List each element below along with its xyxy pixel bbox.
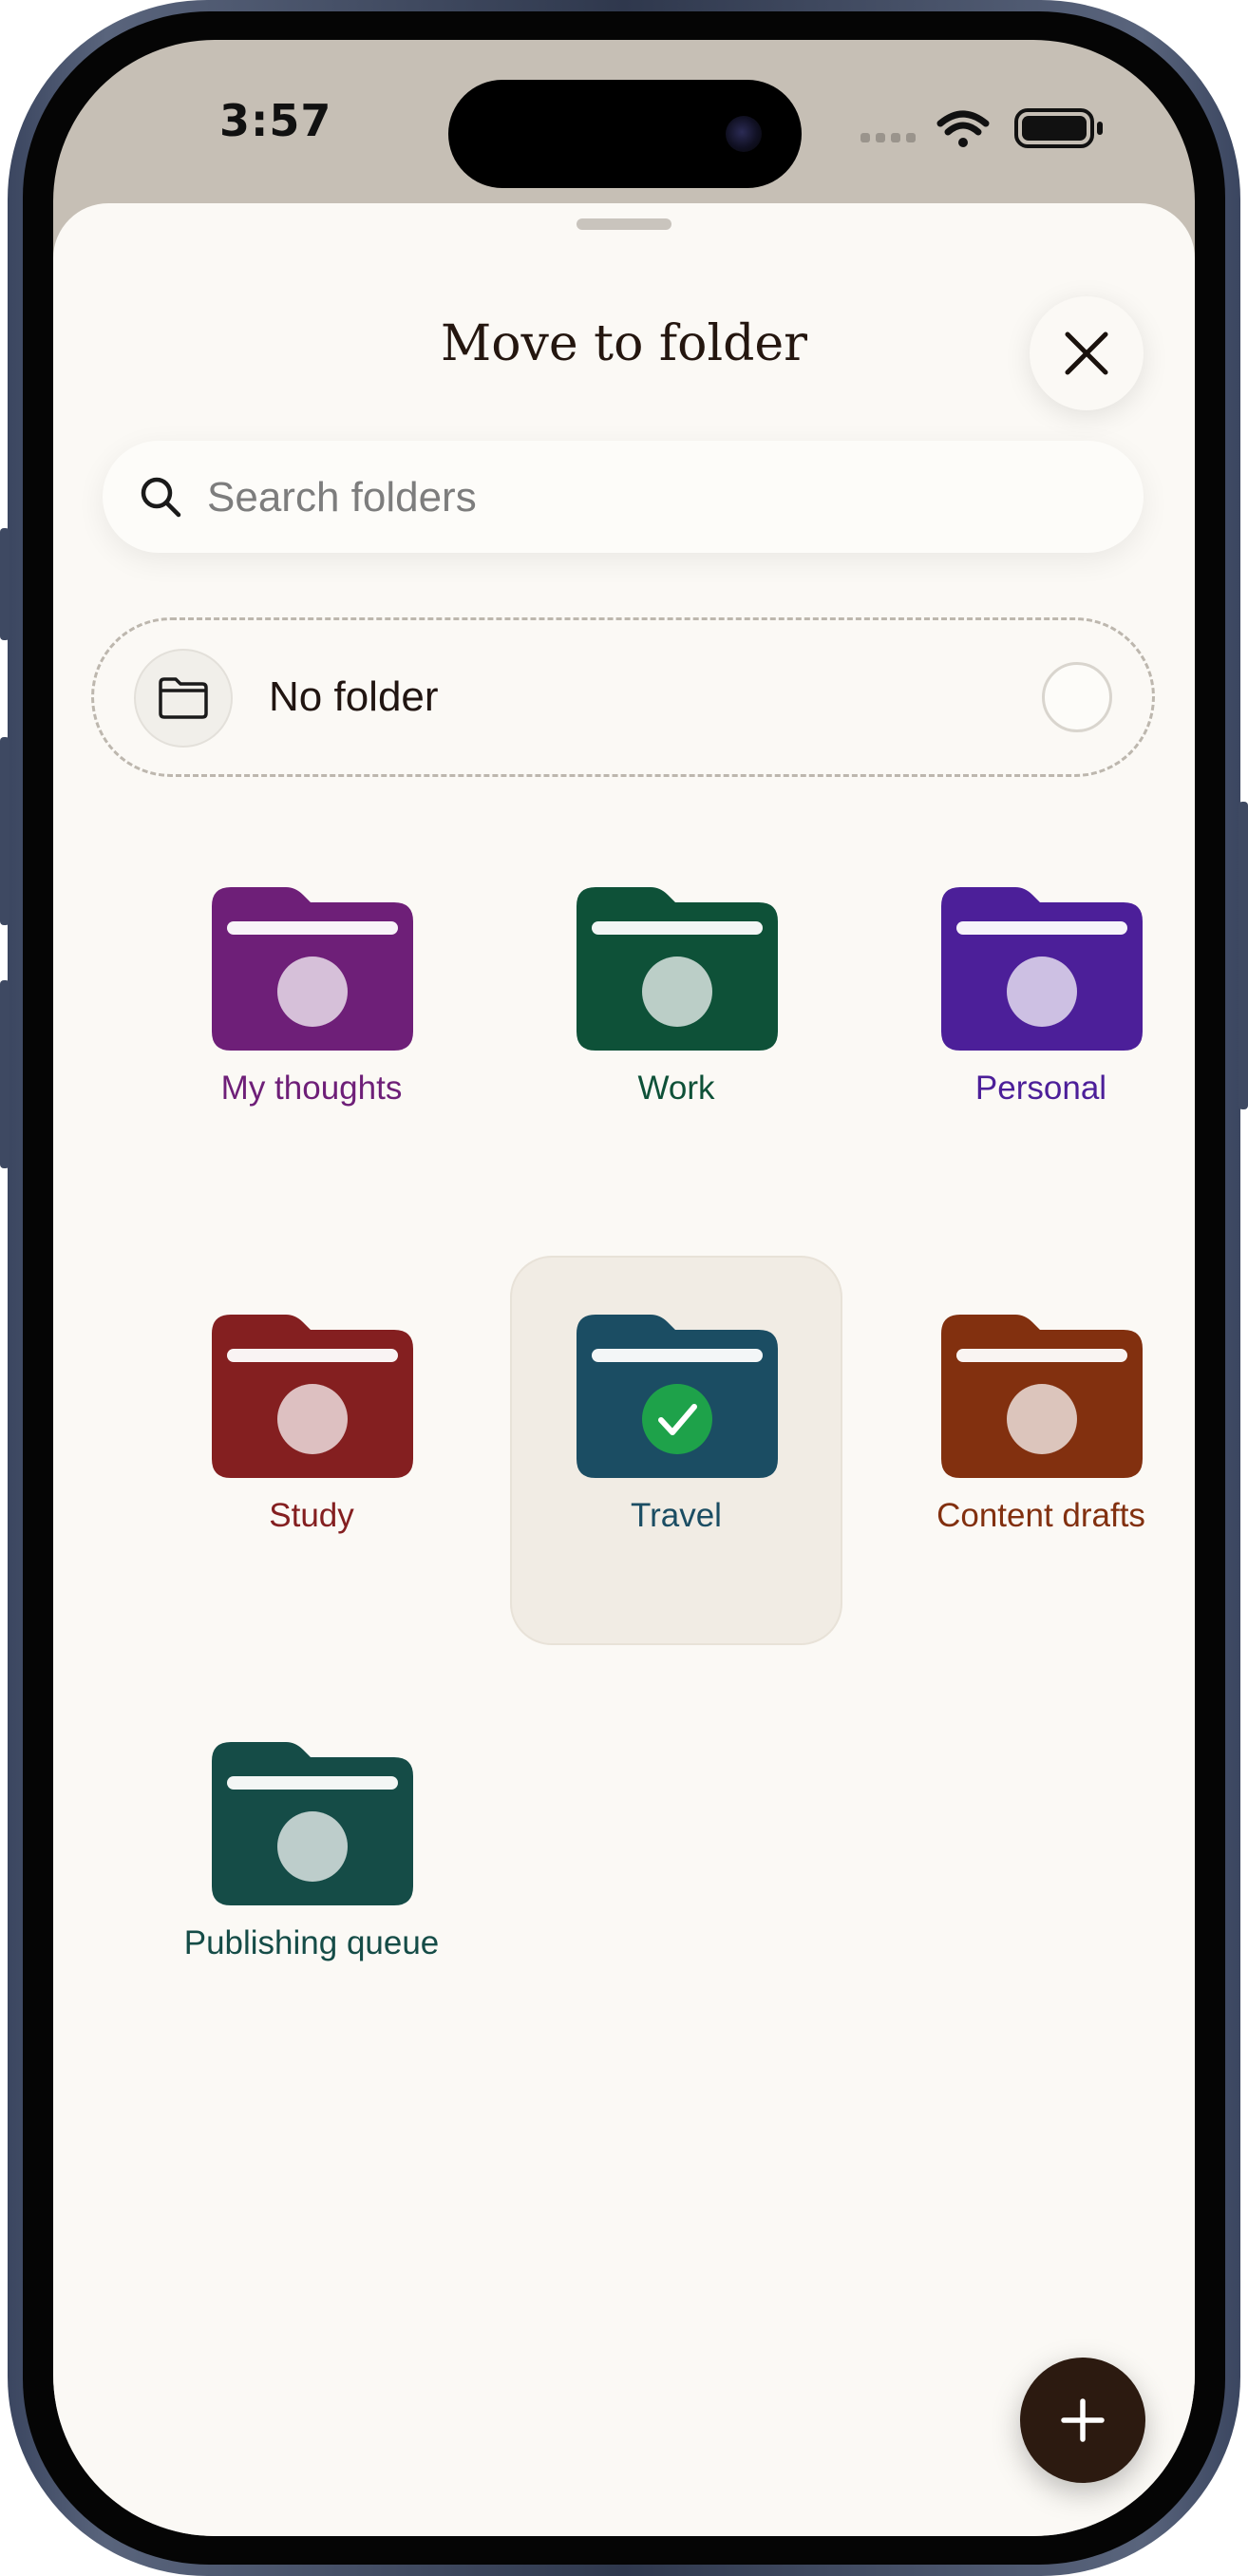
- volume-up-button: [0, 737, 9, 925]
- folder-label: Publishing queue: [183, 1924, 440, 1961]
- camera-icon: [726, 116, 762, 152]
- folder-icon: [212, 887, 413, 1051]
- power-button: [1239, 802, 1248, 1109]
- dynamic-island: [448, 80, 802, 188]
- folder-label: Content drafts: [936, 1497, 1145, 1534]
- search-input[interactable]: [205, 441, 1064, 555]
- folder-outline-icon: [159, 677, 208, 719]
- plus-icon: [1061, 2398, 1105, 2442]
- action-button: [0, 528, 9, 640]
- search-box[interactable]: [103, 441, 1144, 555]
- screen: 3:57 Move to folder Search folders No fo…: [53, 40, 1195, 2536]
- folder-icon: [212, 1315, 413, 1478]
- wifi-icon: [936, 110, 990, 147]
- folder-tile-my-thoughts[interactable]: My thoughts: [145, 828, 478, 1218]
- folder-icon: [941, 887, 1143, 1051]
- cellular-signal-icon: [860, 133, 916, 142]
- no-folder-radio[interactable]: [1042, 662, 1112, 732]
- sheet-grabber[interactable]: [577, 218, 671, 230]
- folder-icon: [941, 1315, 1143, 1478]
- folder-label: Personal: [974, 1070, 1107, 1107]
- folder-tile-personal[interactable]: Personal: [875, 828, 1195, 1218]
- folder-tile-content-drafts[interactable]: Content drafts: [875, 1256, 1195, 1645]
- volume-down-button: [0, 980, 9, 1168]
- search-icon: [141, 477, 181, 518]
- folder-tile-work[interactable]: Work: [510, 828, 842, 1218]
- no-folder-option[interactable]: No folder: [91, 617, 1155, 777]
- battery-icon: [1014, 108, 1103, 148]
- sheet-title: Move to folder: [440, 315, 808, 372]
- close-button[interactable]: [1030, 296, 1144, 410]
- close-icon: [1065, 331, 1108, 375]
- no-folder-label: No folder: [269, 673, 439, 720]
- move-to-folder-sheet: Move to folder No folder: [53, 203, 1195, 2536]
- folder-tile-study[interactable]: Study: [145, 1256, 478, 1645]
- folder-tile-publishing-queue[interactable]: Publishing queue: [145, 1683, 478, 2073]
- folder-icon: [577, 1315, 778, 1478]
- status-icons: [860, 104, 1109, 157]
- add-folder-button[interactable]: [1020, 2358, 1145, 2483]
- folder-icon: [577, 887, 778, 1051]
- no-folder-icon-badge: [134, 649, 233, 748]
- folder-tile-travel[interactable]: Travel: [510, 1256, 842, 1645]
- status-time: 3:57: [219, 95, 332, 146]
- folder-icon: [212, 1742, 413, 1905]
